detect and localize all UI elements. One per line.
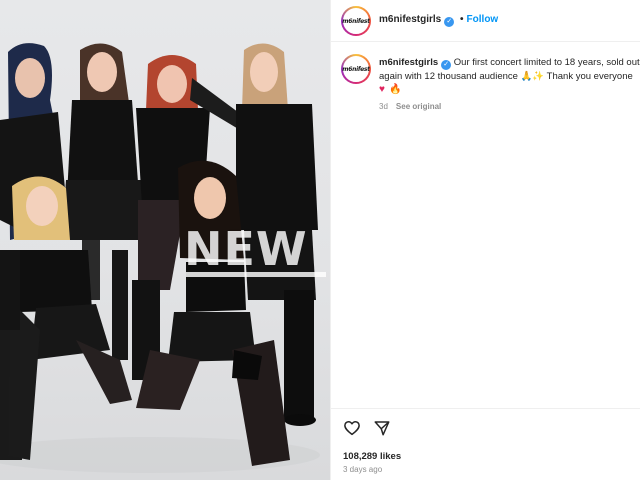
follow-button[interactable]: Follow [467,14,499,25]
caption-emojis: ♥ 🔥 [379,84,401,95]
post-actions: 108,289 likes 3 days ago [331,408,640,480]
paper-plane-icon[interactable] [373,419,391,437]
see-original-link[interactable]: See original [396,102,441,111]
heart-emoji: ♥ [379,84,385,95]
caption-meta: 3d See original [379,102,441,111]
post-photo[interactable]: NEW [0,0,330,480]
post-caption: m6nifestgirls ✓ Our first concert limited… [379,56,640,96]
likes-count[interactable]: 108,289 likes [343,451,401,462]
caption-username[interactable]: m6nifestgirls [379,57,438,68]
header-username-row: m6nifestgirls ✓ • Follow [379,14,498,27]
watermark-underline [186,272,326,277]
caption-avatar[interactable]: m6nifest [341,54,371,84]
caption-text: Our first concert limited to 18 years, s… [453,57,640,68]
verified-badge-icon: ✓ [444,17,455,27]
header-username[interactable]: m6nifestgirls [379,14,441,25]
caption-verified-badge-icon: ✓ [441,60,452,70]
caption-avatar-logo: m6nifest [342,65,370,73]
avatar-logo: m6nifest [342,17,370,25]
avatar[interactable]: m6nifest [341,6,371,36]
caption-age: 3d [379,102,388,111]
caption-text-line2: again with 12 thousand audience 🙏✨ Thank… [379,71,633,82]
post-detail-panel: m6nifest m6nifestgirls ✓ • Follow m6nifest… [330,0,640,480]
fire-emoji: 🔥 [388,84,402,95]
post-timestamp: 3 days ago [343,465,383,474]
watermark-text: NEW [184,222,308,276]
post-header: m6nifest m6nifestgirls ✓ • Follow [331,0,640,42]
heart-outline-icon[interactable] [343,419,361,437]
separator-dot: • [460,14,464,25]
